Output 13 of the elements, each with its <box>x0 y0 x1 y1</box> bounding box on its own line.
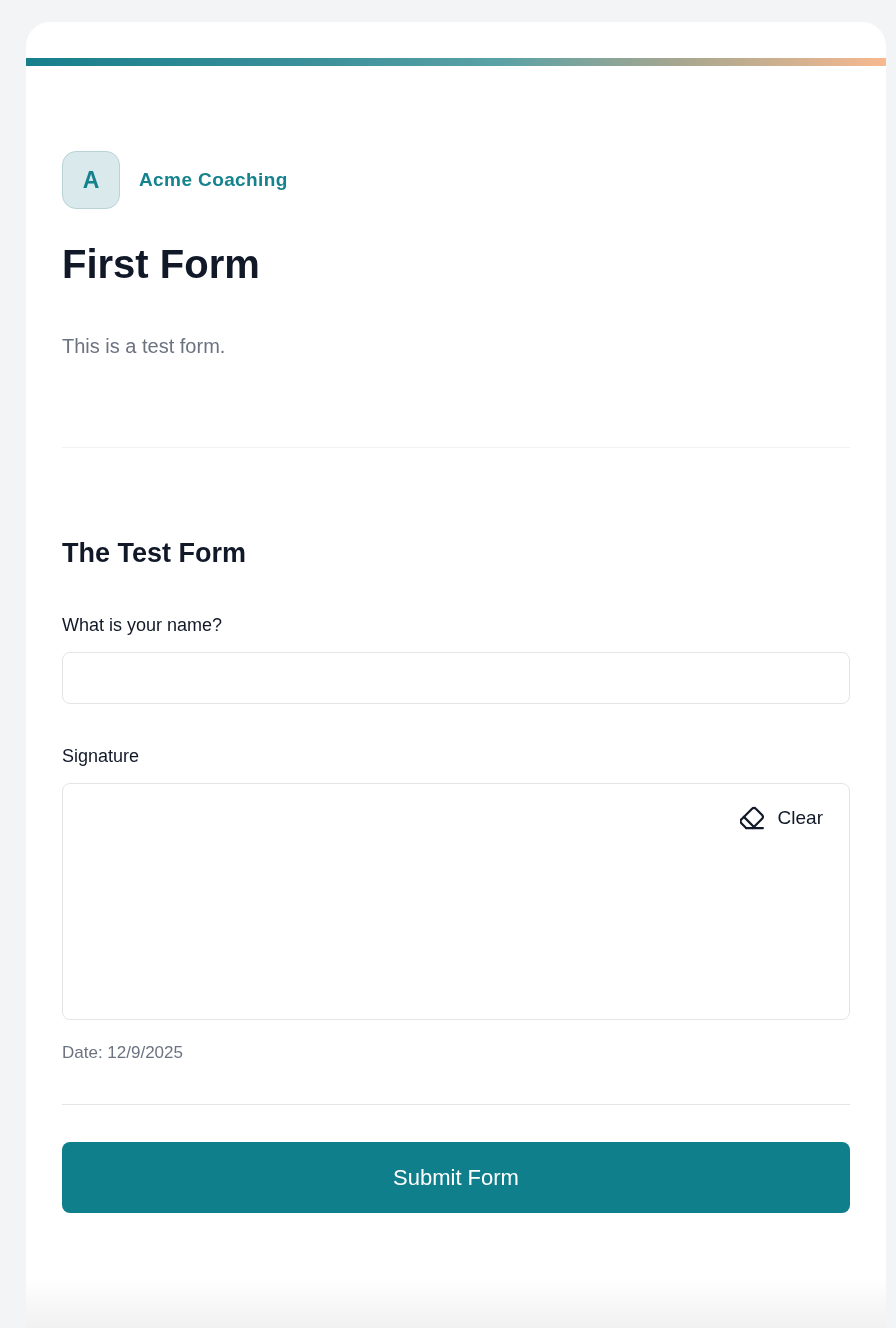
submit-button[interactable]: Submit Form <box>62 1142 850 1213</box>
section-title: The Test Form <box>62 537 247 570</box>
form-description: This is a test form. <box>62 334 226 359</box>
input-field[interactable] <box>62 652 850 704</box>
clear-button[interactable]: Clear <box>733 802 829 834</box>
eraser-icon <box>739 806 764 830</box>
date-text: Date: 12/9/2025 <box>62 1042 183 1064</box>
brand-logo: A <box>62 151 120 209</box>
field-label: What is your name? <box>62 614 223 637</box>
brand-name: Acme Coaching <box>139 169 288 191</box>
signature-pad[interactable]: Clear <box>62 783 850 1020</box>
form-title: First Form <box>62 241 260 288</box>
field-label: Signature <box>62 745 140 768</box>
